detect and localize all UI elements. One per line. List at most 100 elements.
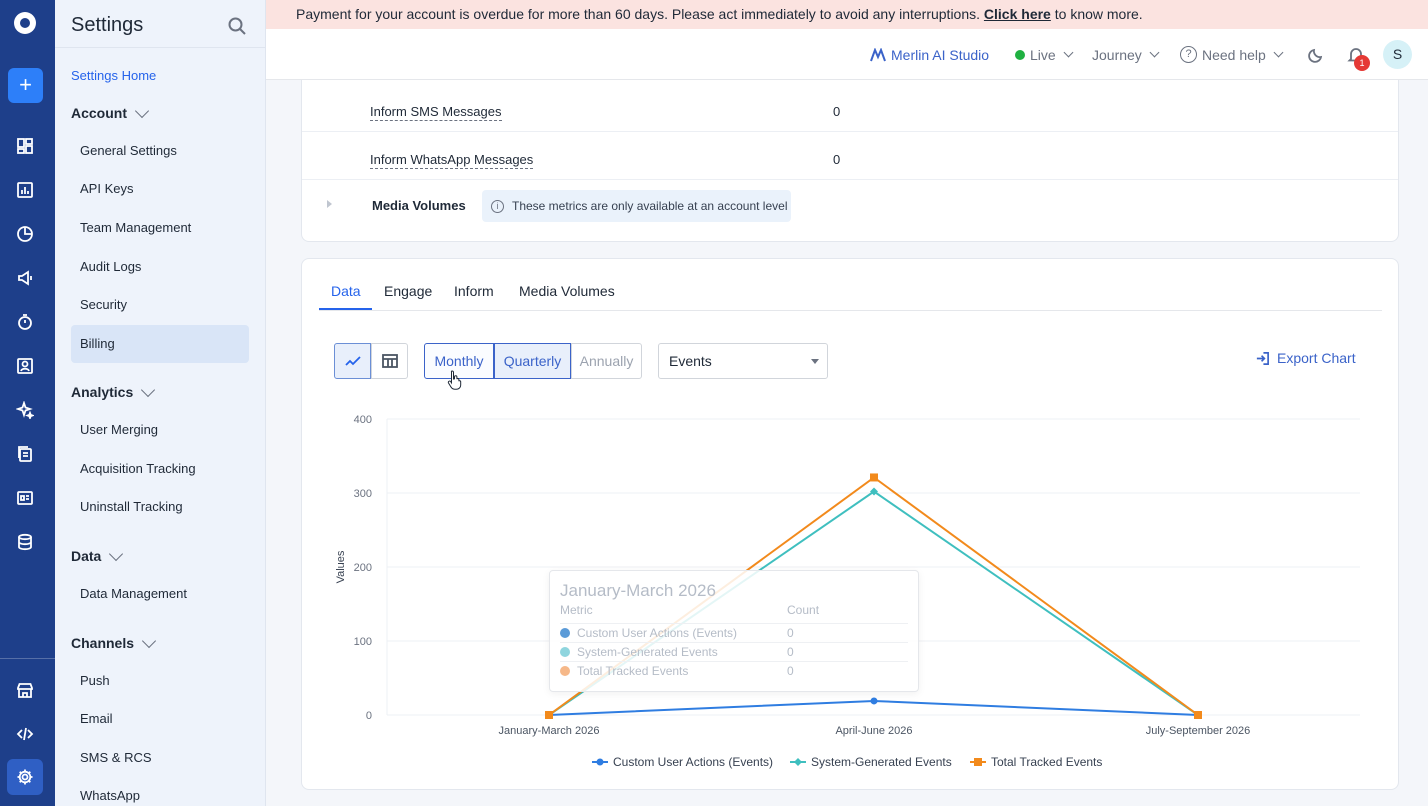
y-tick-label: 400 bbox=[354, 414, 372, 426]
sidebar-item-general-settings[interactable]: General Settings bbox=[71, 132, 249, 170]
merlin-ai-studio-button[interactable]: Merlin AI Studio bbox=[870, 29, 989, 80]
series-dot-icon bbox=[560, 666, 570, 676]
caret-down-icon bbox=[811, 359, 819, 364]
store-icon[interactable] bbox=[13, 678, 37, 702]
metric-value: 0 bbox=[833, 152, 841, 167]
settings-sidebar: Settings Settings Home Account General S… bbox=[55, 0, 266, 806]
legend-marker bbox=[794, 758, 802, 766]
content-icon[interactable] bbox=[13, 442, 37, 466]
merlin-label: Merlin AI Studio bbox=[891, 46, 990, 63]
export-chart-button[interactable]: Export Chart bbox=[1255, 350, 1356, 366]
tooltip-col-metric: Metric bbox=[560, 603, 593, 617]
x-tick-label: January-March 2026 bbox=[499, 725, 600, 737]
chart-tabs: Data Engage Inform Media Volumes bbox=[319, 272, 1382, 311]
timer-icon[interactable] bbox=[13, 310, 37, 334]
tooltip-metric-count: 0 bbox=[787, 664, 794, 678]
code-icon[interactable] bbox=[13, 722, 37, 746]
tab-media-volumes[interactable]: Media Volumes bbox=[519, 283, 615, 299]
merlin-logo-icon bbox=[870, 47, 886, 61]
sidebar-item-sms-rcs[interactable]: SMS & RCS bbox=[71, 739, 249, 777]
tooltip-metric-count: 0 bbox=[787, 626, 794, 640]
info-icon: i bbox=[491, 199, 504, 213]
chart-card: Data Engage Inform Media Volumes Monthly… bbox=[301, 258, 1399, 790]
table-row: Inform WhatsApp Messages 0 bbox=[302, 132, 1398, 180]
gear-icon[interactable] bbox=[13, 765, 37, 789]
sidebar-group-channels[interactable]: Channels bbox=[71, 633, 157, 651]
chevron-down-icon bbox=[141, 382, 156, 397]
x-tick-label: July-September 2026 bbox=[1146, 725, 1251, 737]
avatar[interactable]: S bbox=[1383, 40, 1412, 69]
legend-marker bbox=[596, 758, 604, 766]
y-tick-label: 300 bbox=[354, 488, 372, 500]
user-profile-icon[interactable] bbox=[13, 354, 37, 378]
payment-overdue-banner: Payment for your account is overdue for … bbox=[266, 0, 1428, 29]
sidebar-item-team-management[interactable]: Team Management bbox=[71, 209, 249, 247]
app-logo-icon[interactable] bbox=[14, 12, 36, 34]
sidebar-item-email[interactable]: Email bbox=[71, 700, 249, 738]
rail-divider bbox=[0, 658, 55, 659]
sidebar-item-whatsapp[interactable]: WhatsApp bbox=[71, 777, 249, 806]
moon-icon bbox=[1308, 48, 1323, 63]
sidebar-item-security[interactable]: Security bbox=[71, 286, 249, 324]
chevron-down-icon bbox=[1063, 47, 1074, 58]
media-volumes-row[interactable]: Media Volumes i These metrics are only a… bbox=[302, 180, 1398, 232]
sidebar-item-billing[interactable]: Billing bbox=[71, 325, 249, 363]
y-axis-label: Values bbox=[335, 550, 347, 583]
dark-mode-toggle[interactable] bbox=[1307, 29, 1325, 80]
sidebar-item-push[interactable]: Push bbox=[71, 662, 249, 700]
chevron-down-icon bbox=[1149, 47, 1160, 58]
media-volumes-label: Media Volumes bbox=[372, 198, 466, 213]
sidebar-item-uninstall-tracking[interactable]: Uninstall Tracking bbox=[71, 488, 249, 526]
banner-link[interactable]: Click here bbox=[984, 6, 1051, 22]
tab-data[interactable]: Data bbox=[331, 283, 361, 299]
line-chart-view-button[interactable] bbox=[334, 343, 371, 379]
metric-select-value: Events bbox=[669, 353, 712, 369]
data-point bbox=[870, 473, 878, 482]
metric-label[interactable]: Inform SMS Messages bbox=[370, 104, 502, 121]
tooltip-row: Total Tracked Events 0 bbox=[560, 661, 908, 680]
sidebar-item-api-keys[interactable]: API Keys bbox=[71, 170, 249, 208]
legend-label: Total Tracked Events bbox=[991, 755, 1102, 769]
expand-caret-icon[interactable] bbox=[327, 200, 332, 208]
table-view-button[interactable] bbox=[371, 343, 408, 379]
legend-label: System-Generated Events bbox=[811, 755, 952, 769]
create-button[interactable]: + bbox=[8, 68, 43, 103]
sidebar-group-data[interactable]: Data bbox=[71, 546, 124, 564]
tooltip-metric-count: 0 bbox=[787, 645, 794, 659]
y-tick-label: 100 bbox=[354, 636, 372, 648]
tooltip-metric-name: Custom User Actions (Events) bbox=[577, 626, 738, 640]
tooltip-col-count: Count bbox=[787, 603, 820, 617]
sidebar-item-user-merging[interactable]: User Merging bbox=[71, 411, 249, 449]
campaigns-icon[interactable] bbox=[13, 266, 37, 290]
period-quarterly-button[interactable]: Quarterly bbox=[494, 343, 571, 379]
sidebar-item-acquisition-tracking[interactable]: Acquisition Tracking bbox=[71, 450, 249, 488]
need-help-dropdown[interactable]: ? Need help bbox=[1180, 29, 1284, 80]
chevron-down-icon bbox=[141, 633, 157, 648]
settings-home-link[interactable]: Settings Home bbox=[71, 68, 156, 83]
tab-inform[interactable]: Inform bbox=[454, 283, 494, 299]
sidebar-item-audit-logs[interactable]: Audit Logs bbox=[71, 248, 249, 286]
tab-engage[interactable]: Engage bbox=[384, 283, 432, 299]
top-header: Merlin AI Studio Live Journey ? Need hel… bbox=[266, 29, 1428, 80]
metric-label[interactable]: Inform WhatsApp Messages bbox=[370, 152, 534, 169]
segments-icon[interactable] bbox=[13, 222, 37, 246]
table-row: Inform SMS Messages 0 bbox=[302, 84, 1398, 132]
environment-dropdown[interactable]: Live bbox=[1015, 29, 1074, 80]
metric-select[interactable]: Events bbox=[658, 343, 828, 379]
tooltip-row: Custom User Actions (Events) 0 bbox=[560, 623, 908, 642]
database-icon[interactable] bbox=[13, 530, 37, 554]
help-label: Need help bbox=[1202, 46, 1266, 63]
dashboard-icon[interactable] bbox=[13, 134, 37, 158]
sparkle-ai-icon[interactable] bbox=[13, 398, 37, 422]
journey-dropdown[interactable]: Journey bbox=[1092, 29, 1160, 80]
analytics-icon[interactable] bbox=[13, 178, 37, 202]
sidebar-group-account[interactable]: Account bbox=[71, 103, 150, 121]
banner-text: Payment for your account is overdue for … bbox=[296, 6, 981, 22]
templates-icon[interactable] bbox=[13, 486, 37, 510]
period-annually-button[interactable]: Annually bbox=[571, 343, 642, 379]
sidebar-group-analytics[interactable]: Analytics bbox=[71, 382, 156, 400]
search-icon[interactable] bbox=[227, 16, 247, 36]
icon-rail: + bbox=[0, 0, 55, 806]
account-level-note: i These metrics are only available at an… bbox=[482, 190, 791, 222]
sidebar-item-data-management[interactable]: Data Management bbox=[71, 575, 249, 613]
